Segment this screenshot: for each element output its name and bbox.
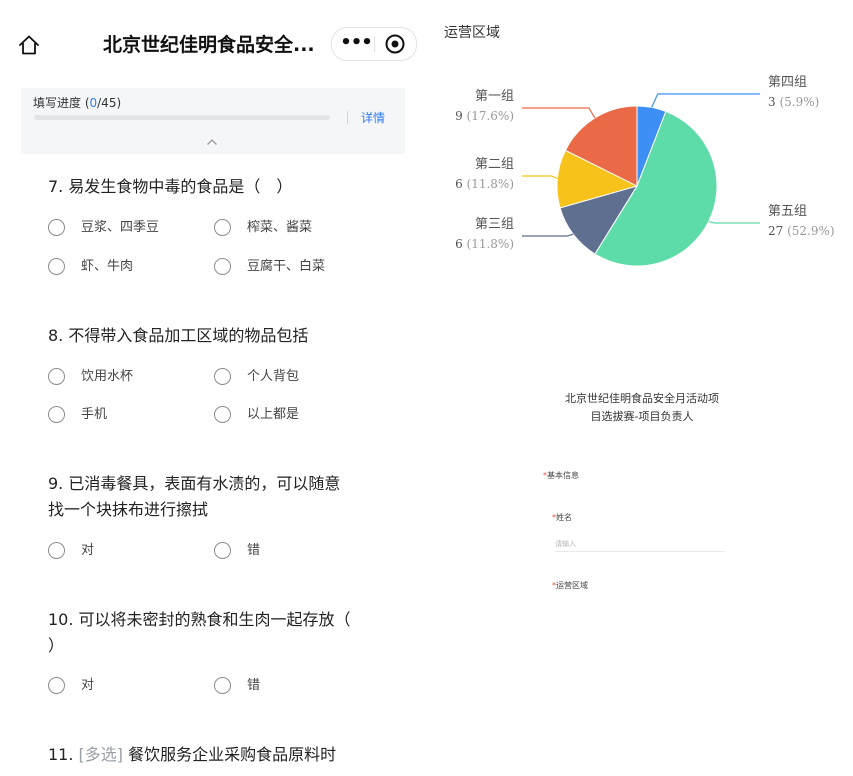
field-name-label-text: 姓名 [556, 513, 572, 522]
form-preview-title: 北京世纪佳明食品安全月活动项 目选拔赛-项目负责人 [537, 390, 747, 426]
radio-button[interactable] [214, 542, 231, 559]
section-basic-info-label: 基本信息 [547, 471, 579, 480]
pie-label-name-2: 第五组 [768, 204, 807, 219]
name-input[interactable]: 请输入 [555, 536, 725, 552]
pie-label-value-1: 3 (5.9%) [768, 95, 819, 109]
radio-button[interactable] [214, 258, 231, 275]
pie-label-value-3: 6 (11.8%) [455, 237, 514, 251]
pie-leader-line-3 [522, 233, 574, 237]
chevron-up-icon[interactable] [206, 138, 218, 146]
radio-button[interactable] [48, 258, 65, 275]
progress-label-prefix: 填写进度 ( [33, 96, 90, 110]
page-title: 北京世纪佳明食品安全... [103, 34, 315, 56]
form-preview: 北京世纪佳明食品安全月活动项 目选拔赛-项目负责人 *基本信息 *姓名 请输入 … [527, 380, 747, 610]
more-icon[interactable]: ••• [340, 30, 373, 56]
phone-screen: 北京世纪佳明食品安全... ••• 填写进度 (0/45) 详情 7. 易发生食… [0, 0, 425, 776]
question-7-title: 7. 易发生食物中毒的食品是（ ） [48, 177, 293, 196]
option-label: 错 [247, 678, 261, 693]
section-basic-info: *基本信息 [543, 470, 579, 481]
chart-title: 运营区域 [444, 25, 500, 41]
pie-label-name-5: 第一组 [475, 89, 514, 104]
navbar: 北京世纪佳明食品安全... ••• [0, 0, 425, 88]
pie-label-value-5: 9 (17.6%) [455, 109, 514, 123]
pie-leader-line-1 [651, 93, 760, 108]
pie-label-value-4: 6 (11.8%) [455, 177, 514, 191]
progress-panel: 填写进度 (0/45) 详情 [21, 88, 405, 154]
progress-divider [347, 111, 348, 124]
question-9-title-line2: 找一个块抹布进行擦拭 [48, 500, 209, 519]
radio-button[interactable] [214, 677, 231, 694]
close-miniprogram-icon[interactable] [384, 33, 406, 55]
option-label: 错 [247, 543, 261, 558]
progress-label-suffix: /45) [97, 96, 122, 110]
option-label: 虾、牛肉 [81, 259, 134, 274]
capsule-menu: ••• [331, 27, 417, 61]
progress-bar [34, 115, 330, 120]
field-region-label: *运营区域 [552, 580, 588, 591]
option-label: 以上都是 [247, 407, 300, 422]
option-label: 豆腐干、白菜 [247, 259, 326, 274]
option-label: 手机 [81, 407, 108, 422]
question-11: 11. [多选] 餐饮服务企业采购食品原料时 [48, 742, 336, 768]
question-10-title-line1: 10. 可以将未密封的熟食和生肉一起存放（ [48, 610, 351, 629]
radio-button[interactable] [214, 219, 231, 236]
pie-label-name-3: 第三组 [475, 217, 514, 232]
question-11-number: 11. [48, 745, 74, 764]
pie-leader-line-5 [522, 107, 596, 119]
progress-label: 填写进度 (0/45) [33, 94, 121, 111]
question-10-title-line2: ） [48, 636, 65, 655]
question-8: 8. 不得带入食品加工区域的物品包括 [48, 323, 308, 349]
radio-button[interactable] [48, 677, 65, 694]
question-9-title-line1: 9. 已消毒餐具，表面有水渍的，可以随意 [48, 474, 341, 493]
pie-leader-line-4 [522, 175, 558, 180]
option-label: 对 [81, 678, 95, 693]
radio-button[interactable] [48, 219, 65, 236]
question-11-title: 11. [多选] 餐饮服务企业采购食品原料时 [48, 742, 336, 768]
multi-select-tag: [多选] [78, 745, 124, 764]
region-pie-chart: 第四组 3 (5.9%) 第五组 27 (52.9%) 第三组 6 (11.8%) 第二组 6… [455, 75, 835, 267]
pie-label-value-2: 27 (52.9%) [768, 224, 835, 238]
field-name-label: *姓名 [552, 512, 572, 523]
pie-label-name-1: 第四组 [768, 75, 807, 90]
field-region-label-text: 运营区域 [556, 581, 588, 590]
radio-button[interactable] [48, 406, 65, 423]
question-9: 9. 已消毒餐具，表面有水渍的，可以随意 找一个块抹布进行擦拭 [48, 471, 340, 523]
option-label: 对 [81, 543, 95, 558]
option-label: 榨菜、酱菜 [247, 220, 313, 235]
pie-leader-line-2 [708, 221, 760, 224]
question-7: 7. 易发生食物中毒的食品是（ ） [48, 174, 292, 200]
progress-current: 0 [89, 96, 98, 110]
radio-button[interactable] [48, 542, 65, 559]
option-label: 个人背包 [247, 369, 300, 384]
pie-label-name-4: 第二组 [475, 157, 514, 172]
radio-button[interactable] [214, 368, 231, 385]
question-11-text: 餐饮服务企业采购食品原料时 [128, 745, 337, 764]
capsule-divider [374, 36, 375, 52]
form-title-line2: 目选拔赛-项目负责人 [590, 410, 694, 423]
form-title-line1: 北京世纪佳明食品安全月活动项 [565, 392, 719, 405]
home-icon[interactable] [18, 34, 40, 56]
radio-button[interactable] [48, 368, 65, 385]
question-10: 10. 可以将未密封的熟食和生肉一起存放（ ） [48, 607, 351, 659]
progress-detail-link[interactable]: 详情 [361, 109, 385, 126]
option-label: 豆浆、四季豆 [81, 220, 160, 235]
radio-button[interactable] [214, 406, 231, 423]
option-label: 饮用水杯 [81, 369, 134, 384]
question-8-title: 8. 不得带入食品加工区域的物品包括 [48, 326, 309, 345]
